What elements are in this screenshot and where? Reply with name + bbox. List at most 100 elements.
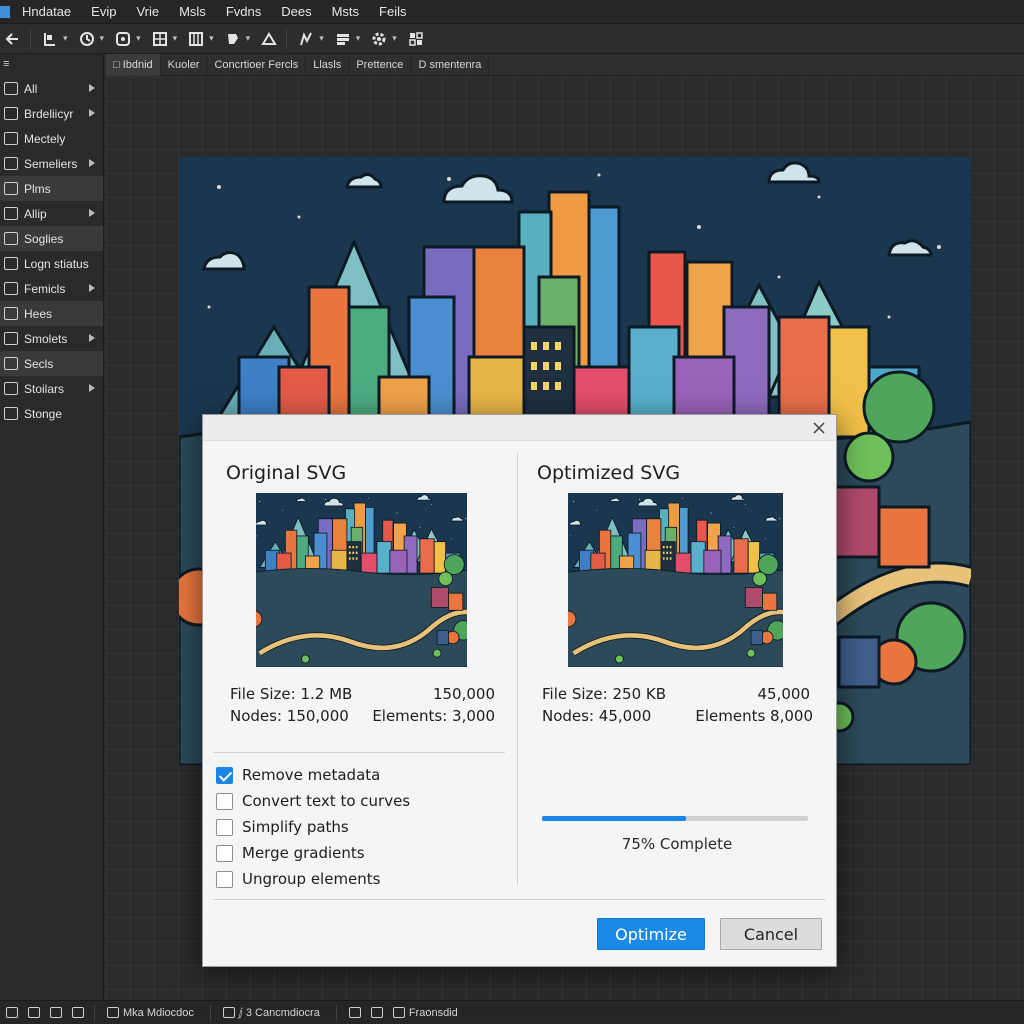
doc-tab-2[interactable]: Kuoler (161, 53, 208, 76)
panel-item-label: Allip (24, 206, 47, 221)
checkbox[interactable] (216, 792, 233, 810)
menu-item-4[interactable]: Msls (175, 4, 222, 19)
option-label: Convert text to curves (242, 792, 411, 810)
footer-divider (213, 899, 826, 900)
doc-tab-6[interactable]: D smentenra (411, 53, 490, 76)
chevron-down-icon[interactable]: ▾ (173, 33, 178, 44)
doc-tab-4[interactable]: Llasls (306, 53, 350, 76)
panel-item-all[interactable]: All (0, 76, 103, 101)
menu-item-1[interactable]: Hndatae (18, 4, 87, 19)
progress-label: 75% Complete (621, 835, 733, 853)
grid-icon[interactable] (149, 27, 171, 51)
panel-item-stonge[interactable]: Stonge (0, 401, 103, 426)
chevron-down-icon[interactable]: ▾ (136, 33, 141, 44)
chevron-down-icon[interactable]: ▾ (392, 33, 397, 44)
crop-icon[interactable] (258, 27, 280, 51)
pen-icon[interactable] (295, 27, 317, 51)
close-icon[interactable] (810, 419, 828, 437)
optimized-count: 45,000 (757, 685, 811, 703)
checkbox[interactable] (216, 870, 233, 888)
grid-icon (4, 307, 18, 320)
panel-item-secls[interactable]: Secls (0, 351, 103, 376)
layers-icon[interactable] (332, 27, 354, 51)
document-icon (107, 1007, 119, 1018)
option-ungroup-elements[interactable]: Ungroup elements (216, 869, 381, 889)
chevron-down-icon[interactable]: ▾ (63, 33, 68, 44)
back-icon[interactable] (2, 27, 24, 51)
panel-item-label: Soglies (24, 231, 64, 246)
zoom-icon[interactable] (222, 1007, 235, 1018)
panel-item-plms[interactable]: Plms (0, 176, 103, 201)
menu-item-3[interactable]: Vrie (132, 4, 175, 19)
chevron-down-icon[interactable]: ▾ (209, 33, 214, 44)
panel-item-hees[interactable]: Hees (0, 301, 103, 326)
frame-icon[interactable] (392, 1007, 405, 1018)
brush-icon (4, 182, 18, 195)
panel-item-soglies[interactable]: Soglies (0, 226, 103, 251)
left-panel: ≡ All Brdeliicyr Mectely Semeliers Plms … (0, 54, 104, 1000)
option-convert-text[interactable]: Convert text to curves (216, 791, 410, 811)
original-preview (256, 493, 467, 667)
panel-item-mectely[interactable]: Mectely (0, 126, 103, 151)
menu-item-5[interactable]: Fvdns (222, 4, 277, 19)
option-remove-metadata[interactable]: Remove metadata (216, 765, 380, 785)
menu-item-6[interactable]: Dees (277, 4, 327, 19)
chevron-down-icon[interactable]: ▾ (100, 33, 105, 44)
grid-icon[interactable] (348, 1007, 361, 1018)
panel-item-femicls[interactable]: Femicls (0, 276, 103, 301)
rotate-icon[interactable] (76, 27, 98, 51)
option-label: Simplify paths (242, 818, 349, 836)
original-nodes: Nodes: 150,000 (230, 707, 349, 725)
layers-icon[interactable] (28, 1007, 40, 1018)
columns-icon[interactable] (185, 27, 207, 51)
bucket-icon[interactable] (222, 27, 244, 51)
option-simplify-paths[interactable]: Simplify paths (216, 817, 349, 837)
sliders-icon (4, 382, 18, 395)
optimized-title: Optimized SVG (537, 462, 681, 484)
panel-item-label: Smolets (24, 331, 68, 346)
chevron-right-icon (89, 334, 95, 342)
panel-item-semeliers[interactable]: Semeliers (0, 151, 103, 176)
doc-tab-1[interactable]: □ Ibdnid (106, 53, 161, 76)
cancel-button[interactable]: Cancel (720, 918, 822, 950)
login-icon (4, 257, 18, 270)
panel-item-allip[interactable]: Allip (0, 201, 103, 226)
optimize-dialog: Original SVG File Size: 1.2 MB 150,000 N… (202, 414, 837, 967)
chevron-down-icon[interactable]: ▾ (356, 33, 361, 44)
chevron-right-icon (89, 284, 95, 292)
panel-menu-icon[interactable]: ≡ (0, 54, 103, 76)
chevron-right-icon (89, 209, 95, 217)
panel-item-login-status[interactable]: Logn stiatus (0, 251, 103, 276)
panel-item-label: Stoilars (24, 381, 65, 396)
menu-item-8[interactable]: Feils (375, 4, 422, 19)
checkbox[interactable] (216, 818, 233, 836)
globe-icon[interactable] (370, 1007, 383, 1018)
checkbox-checked[interactable] (216, 766, 233, 784)
grid-icon[interactable] (6, 1007, 18, 1018)
menu-item-7[interactable]: Msts (328, 4, 375, 19)
option-merge-gradients[interactable]: Merge gradients (216, 843, 365, 863)
node-tool-icon[interactable] (112, 27, 134, 51)
menu-item-2[interactable]: Evip (87, 4, 132, 19)
chevron-right-icon (89, 384, 95, 392)
panel-item-stoilars[interactable]: Stoilars (0, 376, 103, 401)
column-divider (517, 453, 518, 885)
checkbox[interactable] (216, 844, 233, 862)
chevron-down-icon[interactable]: ▾ (319, 33, 324, 44)
doc-tab-3[interactable]: Concrtioer Fercls (207, 53, 307, 76)
settings-icon[interactable] (368, 27, 390, 51)
optimize-button[interactable]: Optimize (597, 918, 705, 950)
select-tool-icon[interactable] (39, 27, 61, 51)
toolbar-separator (30, 28, 31, 49)
option-label: Remove metadata (242, 766, 381, 784)
progress-fill (542, 816, 686, 821)
panel-item-brdeliicyr[interactable]: Brdeliicyr (0, 101, 103, 126)
export-icon[interactable] (72, 1007, 84, 1018)
option-label: Merge gradients (242, 844, 365, 862)
settings-icon[interactable] (50, 1007, 62, 1018)
component-icon[interactable] (405, 27, 427, 51)
chevron-down-icon[interactable]: ▾ (246, 33, 251, 44)
panel-item-smolets[interactable]: Smolets (0, 326, 103, 351)
layers-icon (4, 107, 18, 120)
doc-tab-5[interactable]: Prettence (349, 53, 412, 76)
